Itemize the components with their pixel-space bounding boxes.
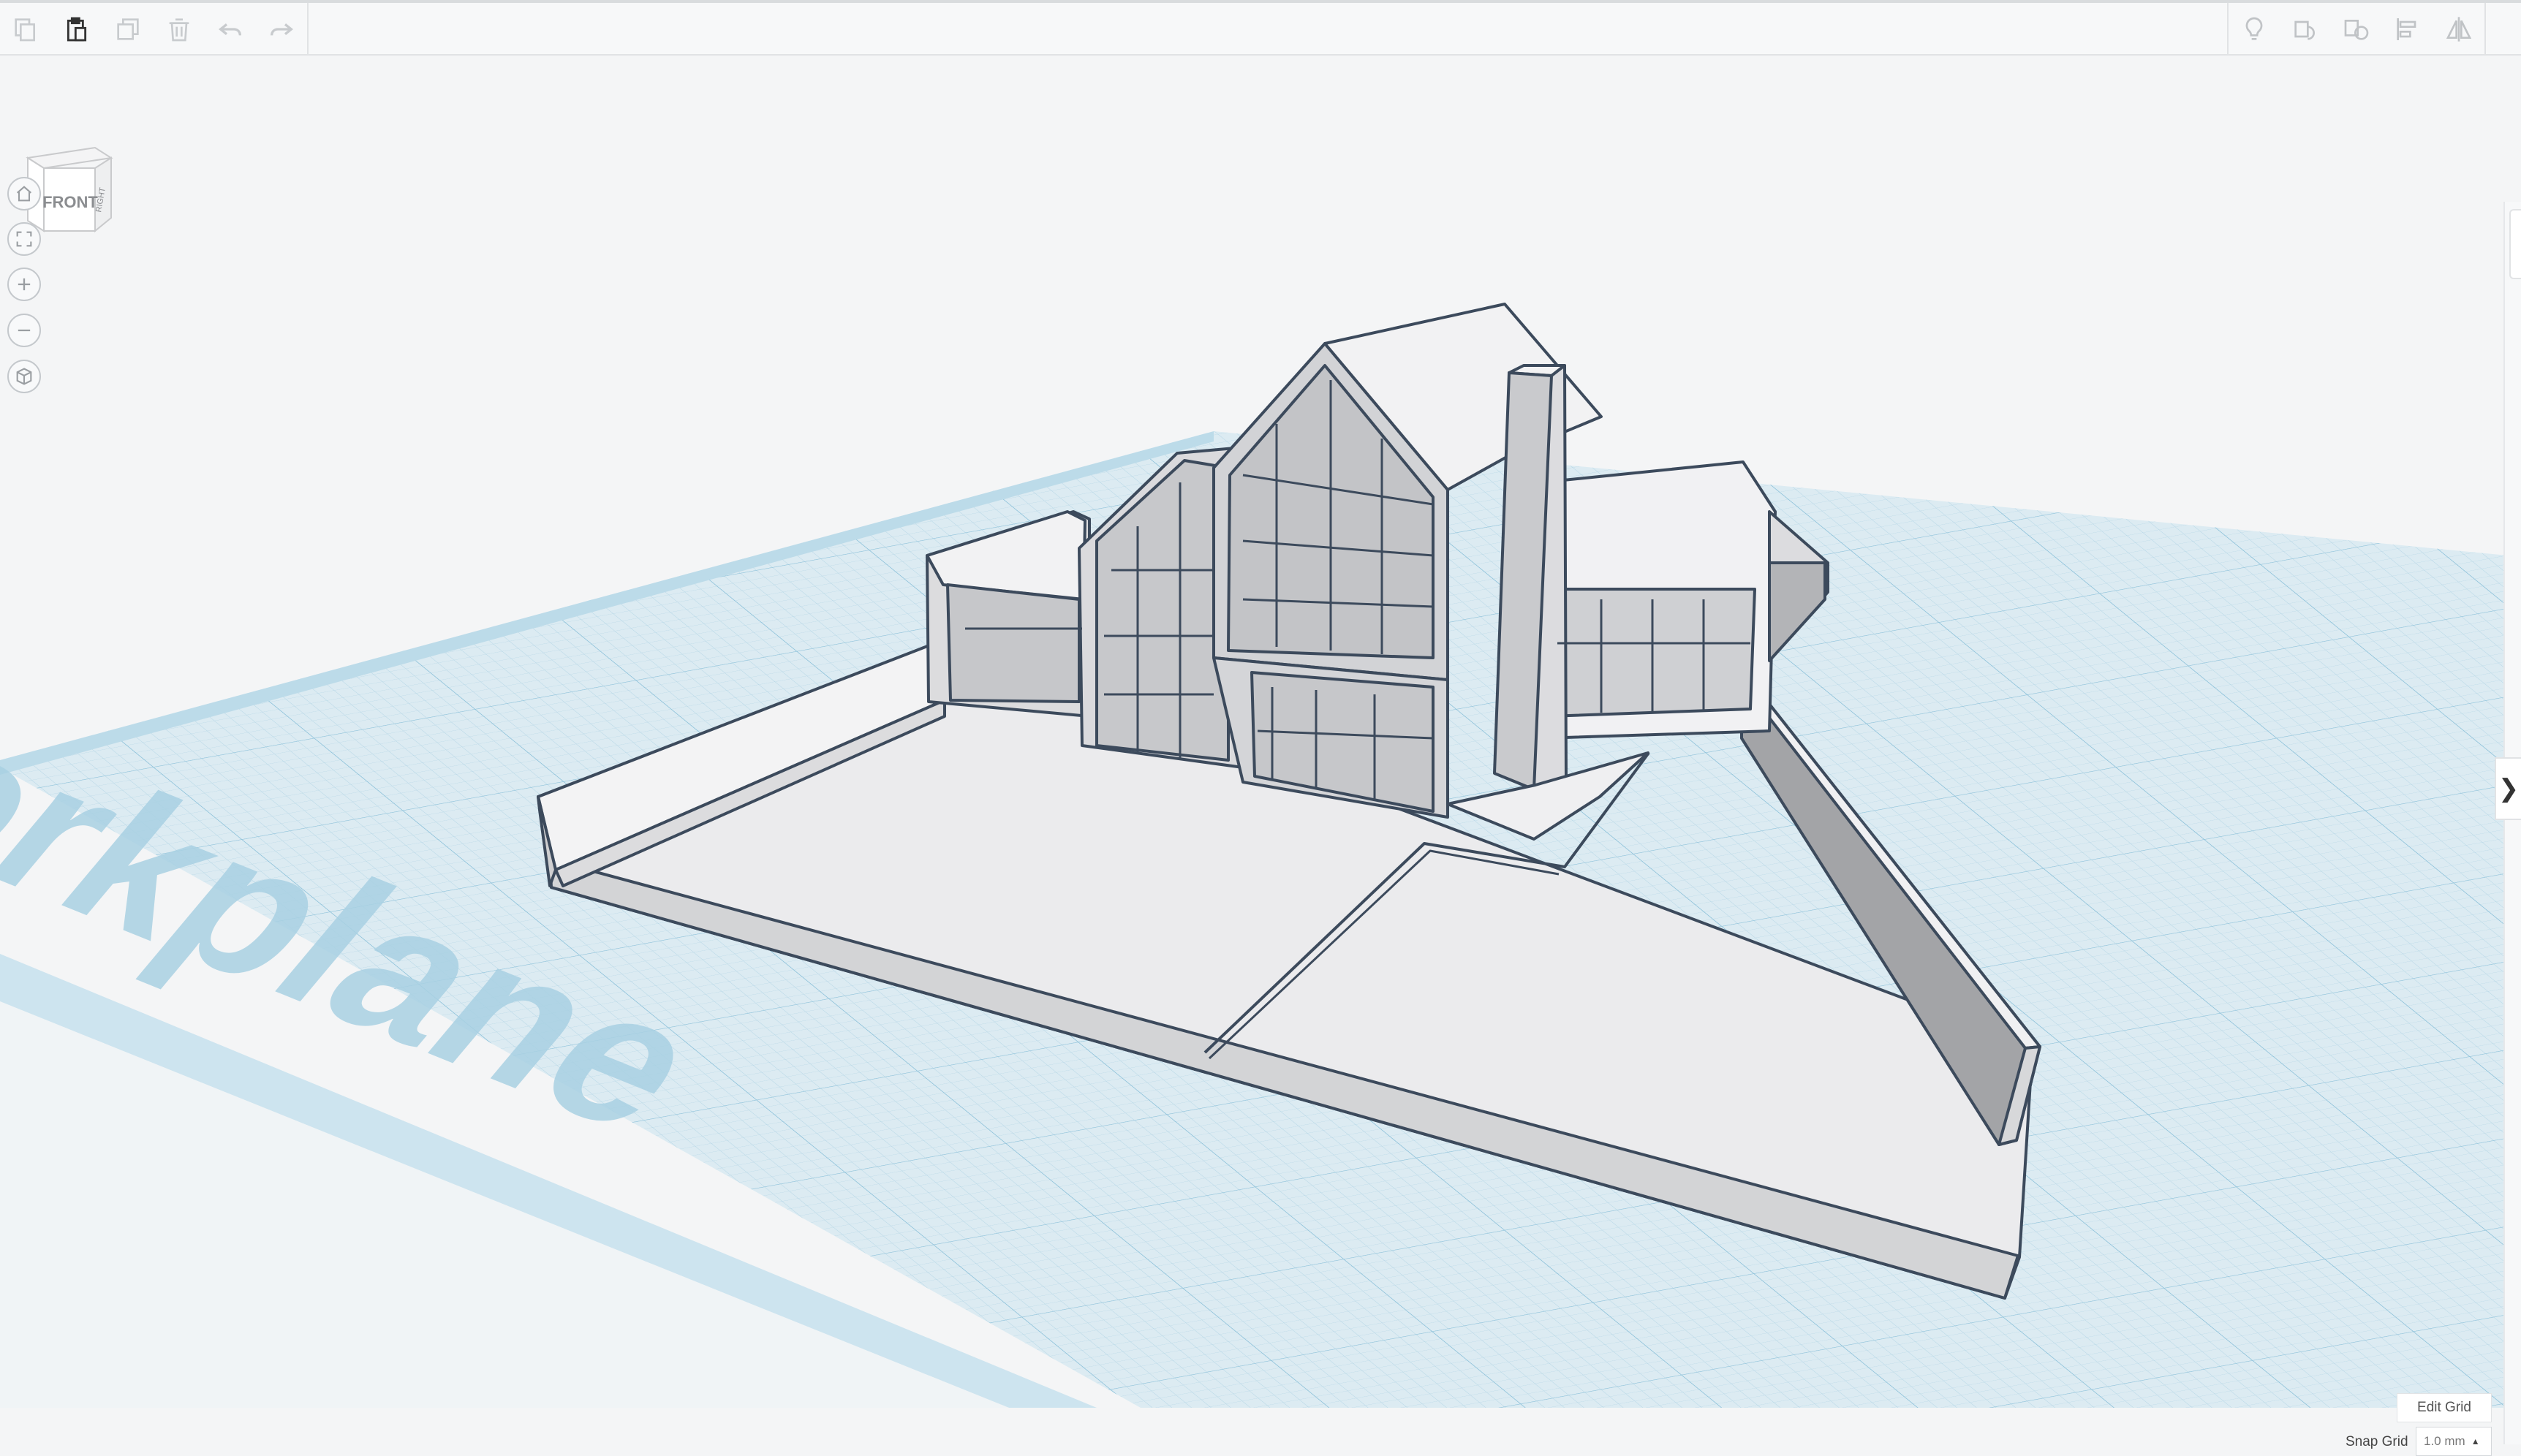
delete-button[interactable]: [154, 3, 205, 56]
home-icon: [16, 186, 32, 202]
3d-viewport[interactable]: Workplane FRONT RIGHT ❯ Edit Grid Snap G…: [0, 56, 2521, 1456]
side-panel-tab[interactable]: [2509, 209, 2521, 279]
redo-button[interactable]: [256, 3, 307, 56]
copy-button[interactable]: [0, 3, 51, 56]
group-button[interactable]: [2280, 3, 2331, 56]
ungroup-button[interactable]: [2331, 3, 2382, 56]
zoom-out-button[interactable]: [7, 314, 41, 347]
lightbulb-icon: [2245, 17, 2263, 40]
copy-icon: [15, 18, 35, 42]
view-cube-front-label[interactable]: FRONT: [42, 193, 98, 211]
cube-icon: [16, 368, 32, 385]
group-icon: [2294, 20, 2315, 40]
undo-icon: [218, 23, 241, 36]
snap-grid-value: 1.0 mm: [2424, 1434, 2465, 1448]
toolbar: [0, 0, 2521, 56]
edit-grid-button[interactable]: Edit Grid: [2397, 1393, 2492, 1422]
side-panel-edge: [2503, 202, 2521, 1444]
home-view-button[interactable]: [7, 177, 41, 211]
toolbar-separator: [307, 3, 309, 56]
ortho-perspective-button[interactable]: [7, 360, 41, 393]
zoom-out-icon: [18, 329, 31, 332]
redo-icon: [271, 23, 294, 36]
snap-grid-select[interactable]: 1.0 mm ▲: [2416, 1427, 2492, 1456]
delete-icon: [169, 18, 189, 42]
toolbar-separator: [2484, 3, 2486, 56]
mirror-icon: [2446, 17, 2472, 42]
mirror-button[interactable]: [2433, 3, 2484, 56]
fit-all-icon: [16, 231, 32, 247]
caret-up-icon: ▲: [2471, 1436, 2480, 1446]
show-all-button[interactable]: [2229, 3, 2280, 56]
duplicate-button[interactable]: [102, 3, 154, 56]
snap-grid-label: Snap Grid: [2346, 1434, 2408, 1449]
duplicate-icon: [117, 18, 139, 40]
ungroup-icon: [2344, 20, 2369, 40]
paste-icon: [67, 17, 87, 42]
scene: Workplane: [0, 303, 2508, 1408]
paste-button[interactable]: [51, 3, 102, 56]
align-button[interactable]: [2382, 3, 2433, 56]
fit-all-button[interactable]: [7, 222, 41, 256]
edit-tools: [0, 3, 309, 56]
chevron-right-icon: ❯: [2498, 775, 2520, 803]
zoom-in-button[interactable]: [7, 268, 41, 301]
align-icon: [2397, 18, 2416, 40]
zoom-in-icon: [18, 278, 31, 291]
toggle-panel-button[interactable]: ❯: [2495, 757, 2521, 820]
object-tools: [2227, 3, 2486, 56]
undo-button[interactable]: [205, 3, 256, 56]
